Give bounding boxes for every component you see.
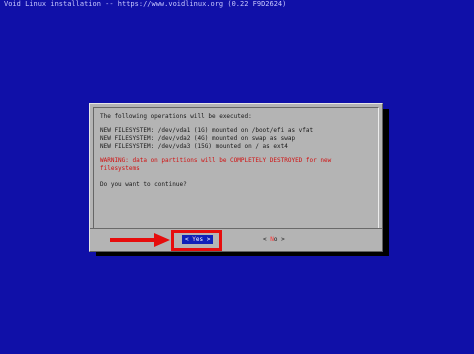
- no-button[interactable]: < No >: [260, 235, 288, 244]
- arrow-right-icon: [110, 233, 170, 247]
- confirm-question: Do you want to continue?: [100, 181, 187, 188]
- warning-line-2: filesystems: [100, 165, 140, 172]
- dialog-heading: The following operations will be execute…: [100, 113, 252, 120]
- warning-line-1: WARNING: data on partitions will be COMP…: [100, 157, 332, 164]
- dialog-text-area: The following operations will be execute…: [93, 107, 379, 229]
- backtitle: Void Linux installation -- https://www.v…: [4, 0, 287, 8]
- confirm-dialog: The following operations will be execute…: [89, 103, 383, 252]
- yes-highlight-box: [171, 230, 222, 251]
- no-button-open: <: [263, 236, 267, 243]
- filesystem-line-vda3: NEW FILESYSTEM: /dev/vda3 (15G) mounted …: [100, 143, 288, 150]
- filesystem-line-vda1: NEW FILESYSTEM: /dev/vda1 (1G) mounted o…: [100, 127, 314, 134]
- no-button-close: >: [281, 236, 285, 243]
- no-button-label: o: [273, 236, 278, 243]
- filesystem-line-vda2: NEW FILESYSTEM: /dev/vda2 (4G) mounted o…: [100, 135, 296, 142]
